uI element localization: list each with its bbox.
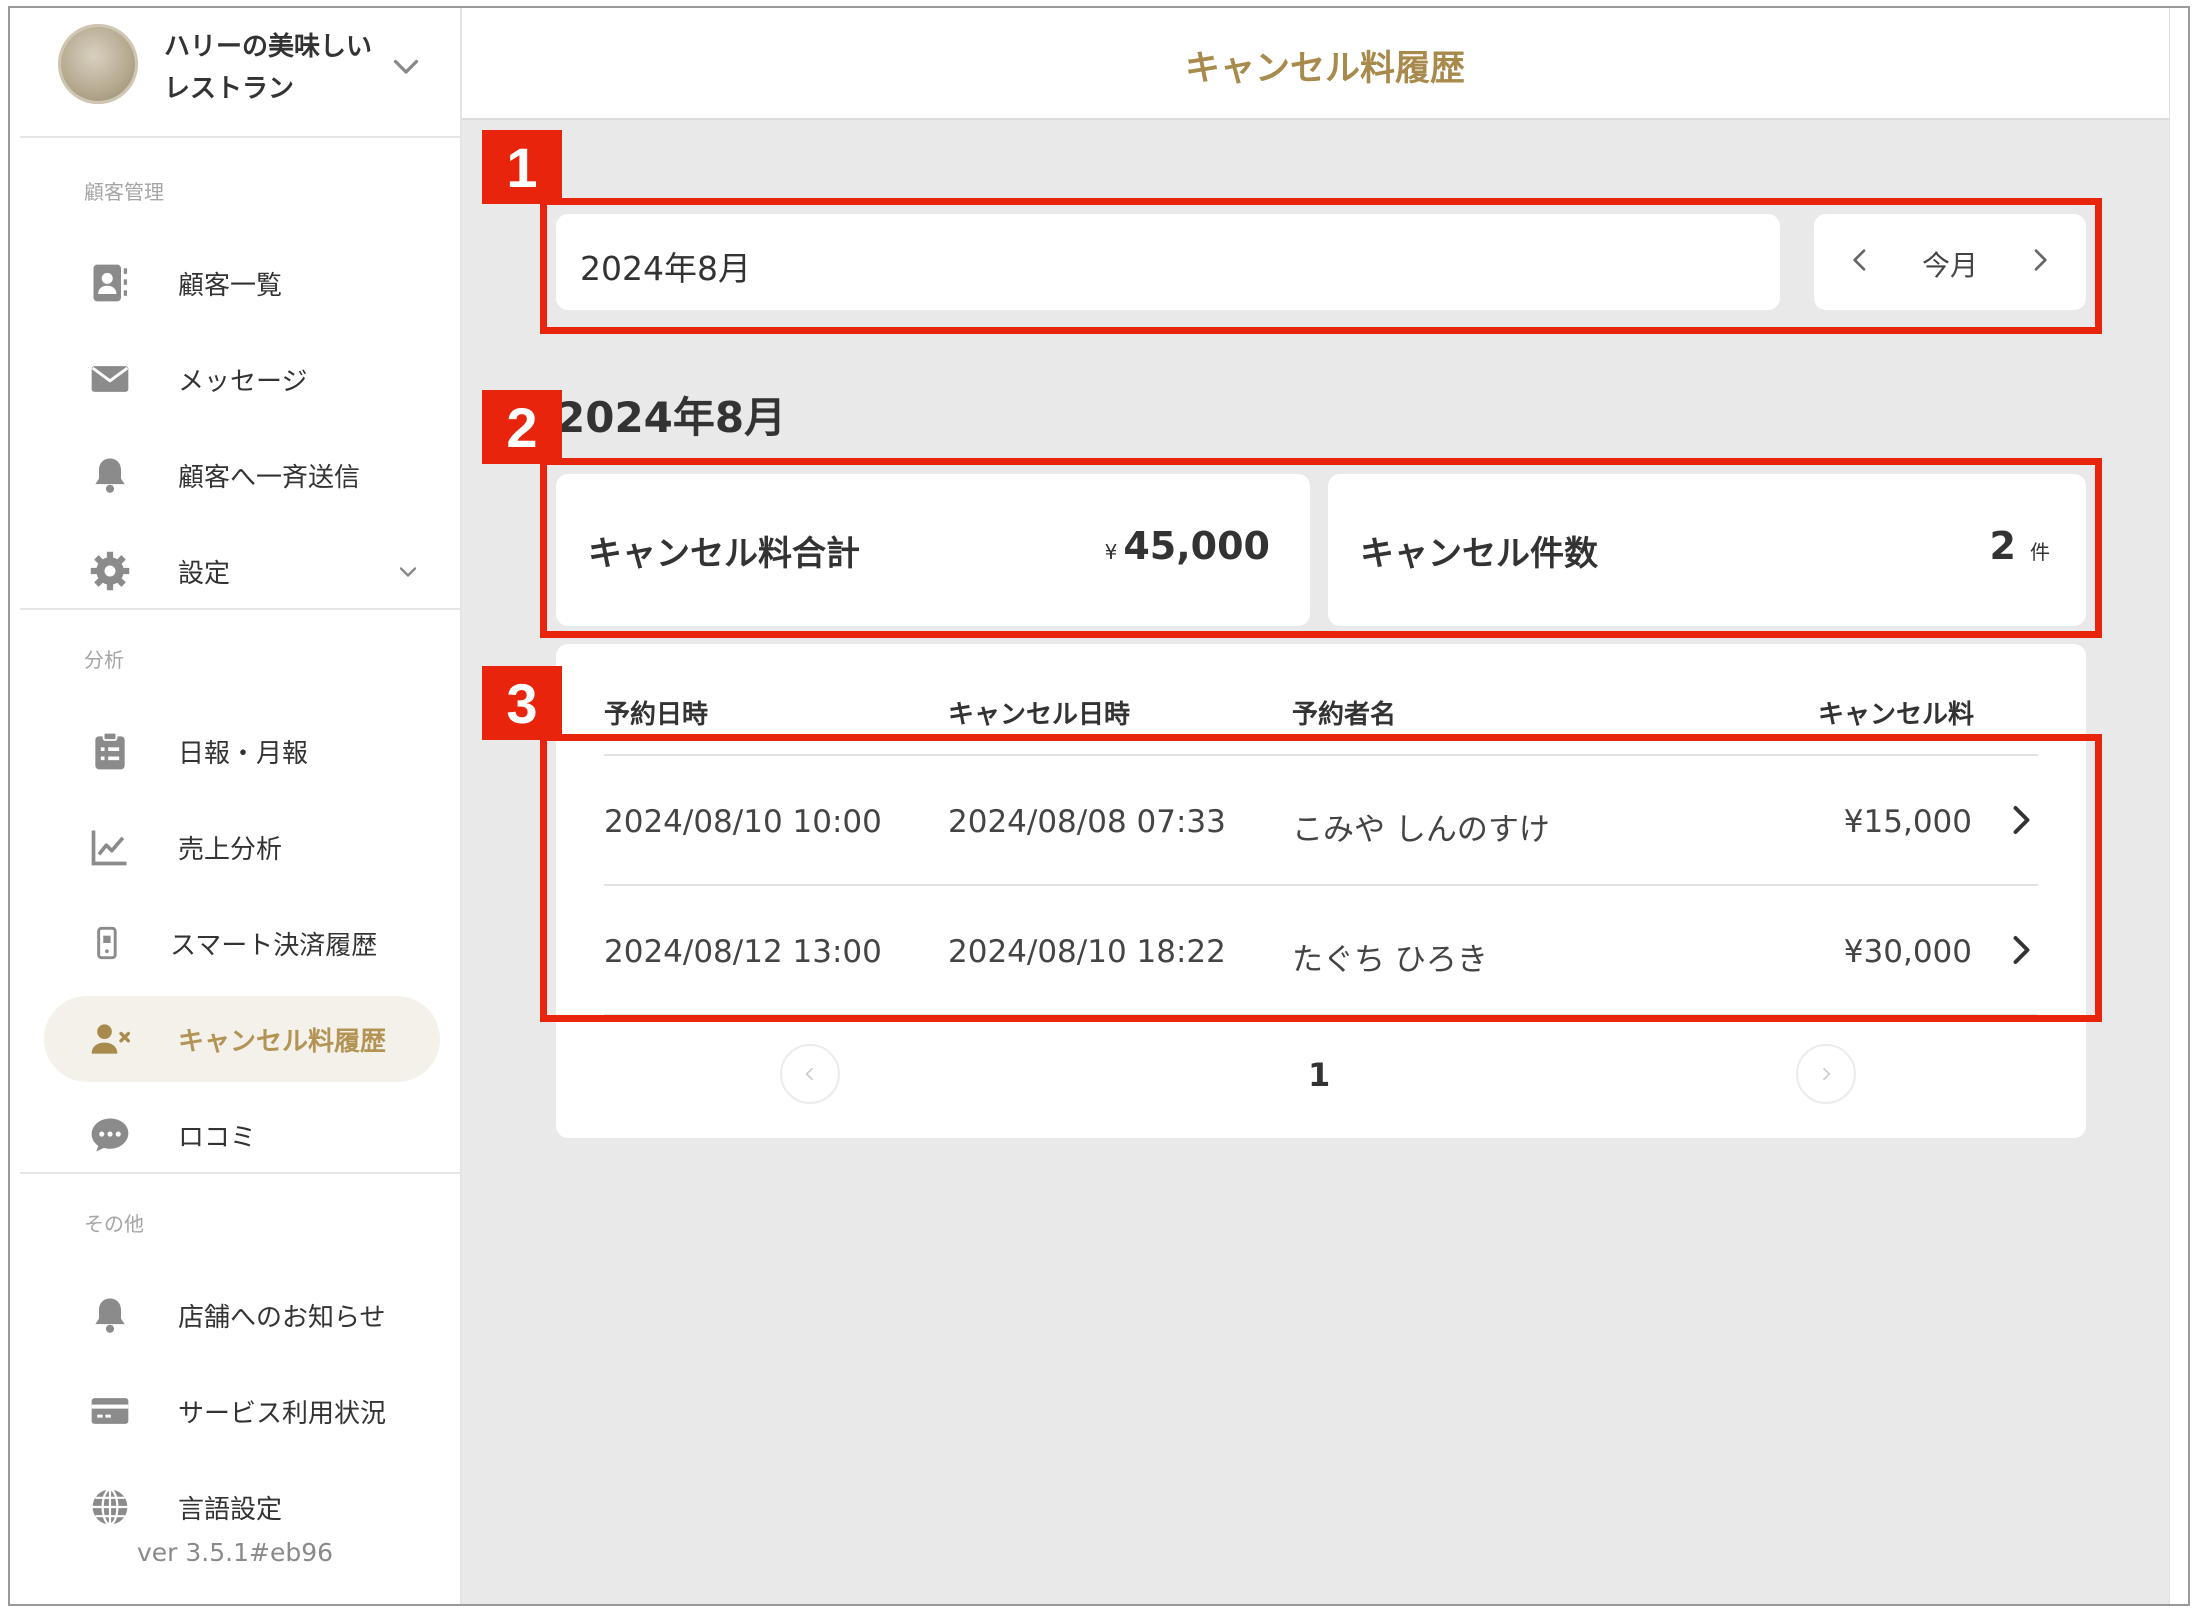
sidebar-item-service-usage[interactable]: サービス利用状況: [44, 1368, 440, 1454]
annotation-tag-3: 3: [482, 666, 562, 740]
credit-card-icon: [91, 1398, 129, 1424]
annotation-box-3: [540, 734, 2102, 1022]
shop-selector[interactable]: ハリーの美味しいレストラン: [58, 22, 448, 122]
next-page-button[interactable]: [1796, 1044, 1856, 1104]
divider: [20, 136, 460, 138]
sidebar-item-reviews[interactable]: ロコミ: [44, 1092, 440, 1178]
prev-page-button[interactable]: [780, 1044, 840, 1104]
sidebar-item-smart-payment[interactable]: スマート決済履歴: [44, 900, 440, 986]
bell-icon: [95, 458, 125, 493]
divider: [20, 608, 460, 610]
shop-name: ハリーの美味しいレストラン: [164, 32, 373, 104]
sidebar-item-label: ロコミ: [178, 1123, 257, 1153]
sidebar-item-messages[interactable]: メッセージ: [44, 336, 440, 422]
chat-bubble-icon: [91, 1118, 129, 1152]
user-cancel-icon: [91, 1024, 130, 1054]
sidebar-item-customers[interactable]: 顧客一覧: [44, 240, 440, 326]
sidebar-item-sales-analysis[interactable]: 売上分析: [44, 804, 440, 890]
bell-icon: [95, 1298, 125, 1333]
sidebar-item-label: 言語設定: [178, 1495, 283, 1525]
sidebar-item-label: キャンセル料履歴: [178, 1027, 387, 1057]
period-heading: 2024年8月: [556, 393, 787, 442]
globe-icon: [92, 1488, 128, 1526]
divider: [20, 1172, 460, 1174]
chevron-down-icon: [399, 567, 417, 577]
sidebar-item-label: 日報・月報: [178, 739, 309, 769]
column-header: キャンセル料: [1817, 700, 1974, 730]
avatar: [58, 24, 138, 104]
sidebar-item-cancel-fee-history[interactable]: キャンセル料履歴: [44, 996, 440, 1082]
chevron-right-icon: [1822, 1067, 1831, 1081]
sidebar-item-label: サービス利用状況: [178, 1399, 387, 1429]
section-label-analytics: 分析: [84, 648, 124, 672]
annotation-tag-1: 1: [482, 130, 562, 204]
app-window: ハリーの美味しいレストラン 顧客管理 顧客一覧 メッセージ 顧客へ一斉送信 設定…: [8, 6, 2190, 1606]
annotation-tag-2: 2: [482, 390, 562, 464]
sidebar-item-settings[interactable]: 設定: [44, 528, 440, 614]
section-label-customers: 顧客管理: [84, 180, 164, 204]
sidebar: ハリーの美味しいレストラン 顧客管理 顧客一覧 メッセージ 顧客へ一斉送信 設定…: [10, 8, 460, 1604]
phone-payment-icon: [97, 926, 117, 960]
page-header: キャンセル料履歴: [462, 8, 2188, 120]
contact-card-icon: [93, 264, 128, 302]
chevron-left-icon: [805, 1067, 814, 1081]
sidebar-item-label: 設定: [178, 559, 231, 589]
column-header: 予約者名: [1292, 700, 1397, 730]
envelope-icon: [91, 366, 129, 392]
app-version: ver 3.5.1#eb96: [136, 1538, 334, 1567]
annotation-box-2: [540, 458, 2102, 638]
sidebar-item-label: 顧客へ一斉送信: [178, 463, 361, 493]
page-title: キャンセル料履歴: [1184, 49, 1465, 89]
sidebar-item-store-notices[interactable]: 店舗へのお知らせ: [44, 1272, 440, 1358]
current-page[interactable]: 1: [1308, 1056, 1330, 1094]
main-content: キャンセル料履歴 2024年8月 今月 2024年8月 キャンセル料合計 ¥45…: [462, 8, 2188, 1604]
sidebar-item-label: 店舗へのお知らせ: [178, 1303, 386, 1333]
column-header: 予約日時: [604, 700, 709, 730]
annotation-box-1: [540, 198, 2102, 334]
line-chart-icon: [91, 830, 127, 866]
chevron-down-icon[interactable]: [388, 48, 424, 84]
sidebar-item-label: メッセージ: [178, 367, 308, 397]
sidebar-item-broadcast[interactable]: 顧客へ一斉送信: [44, 432, 440, 518]
sidebar-item-label: 顧客一覧: [178, 271, 283, 301]
section-label-other: その他: [84, 1212, 144, 1236]
scrollbar[interactable]: [2169, 8, 2188, 1604]
clipboard-icon: [95, 731, 125, 770]
gear-icon: [90, 551, 130, 591]
column-header: キャンセル日時: [948, 700, 1131, 730]
sidebar-item-label: スマート決済履歴: [170, 931, 378, 961]
sidebar-item-reports[interactable]: 日報・月報: [44, 708, 440, 794]
sidebar-item-label: 売上分析: [178, 835, 283, 865]
